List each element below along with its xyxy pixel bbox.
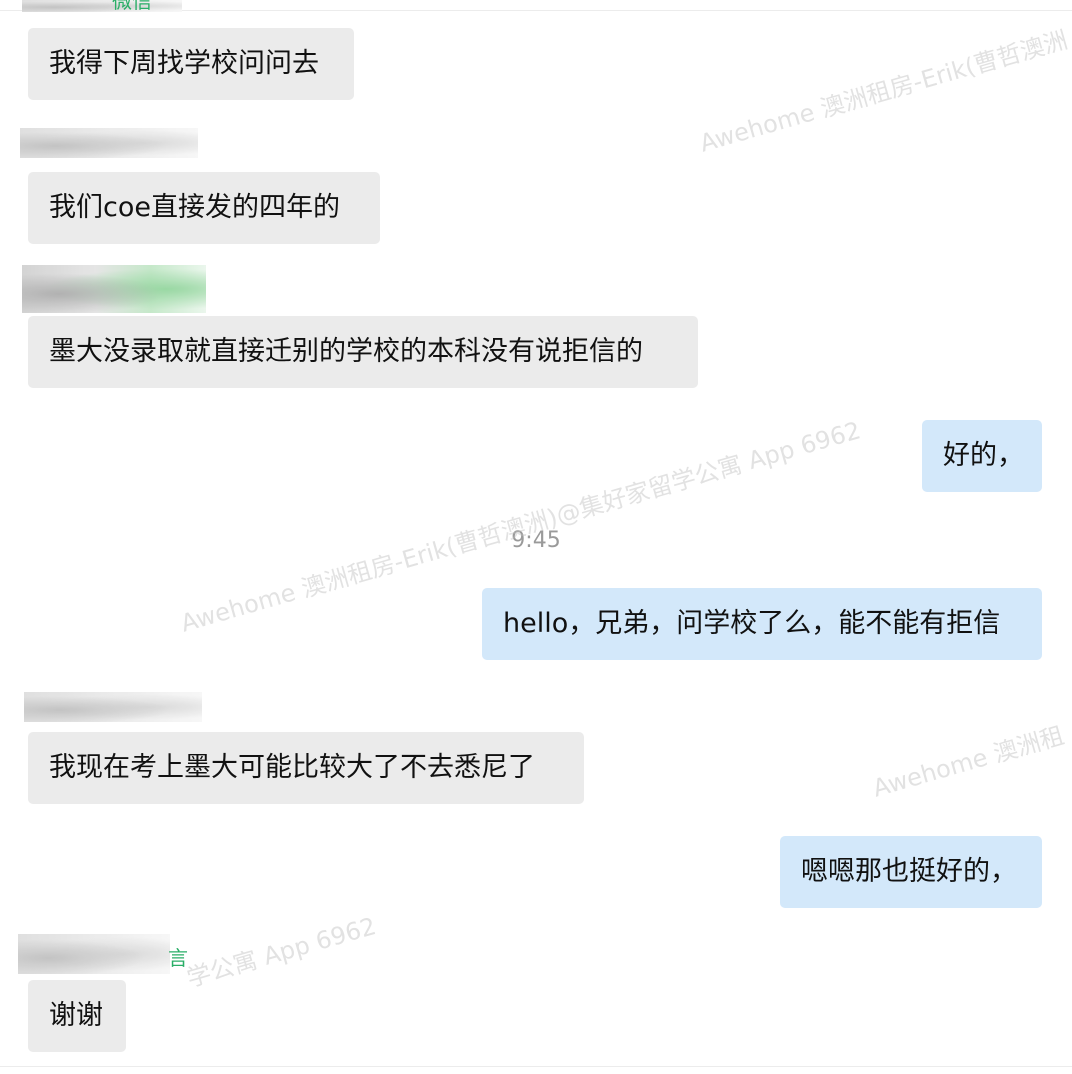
- message-bubble-incoming[interactable]: 我们coe直接发的四年的: [28, 172, 380, 244]
- message-bubble-incoming[interactable]: 我现在考上墨大可能比较大了不去悉尼了: [28, 732, 584, 804]
- sender-name-blurred: [22, 265, 206, 313]
- message-bubble-incoming[interactable]: 我得下周找学校问问去: [28, 28, 354, 100]
- message-bubble-incoming[interactable]: 谢谢: [28, 980, 126, 1052]
- sender-name-blurred: [24, 692, 202, 722]
- sender-name-blurred: [22, 0, 182, 12]
- watermark: 学公寓 App 6962: [183, 911, 380, 993]
- watermark: Awehome 澳洲租: [869, 721, 1068, 803]
- sender-source-tag: 言: [168, 946, 188, 970]
- message-bubble-incoming[interactable]: 墨大没录取就直接迁别的学校的本科没有说拒信的: [28, 316, 698, 388]
- watermark: Awehome 澳洲租房-Erik(曹哲澳洲: [696, 25, 1071, 158]
- message-timestamp: 9:45: [511, 528, 561, 553]
- sender-name-blurred: [18, 934, 170, 974]
- sender-source-tag: 微信: [112, 0, 152, 13]
- message-bubble-outgoing[interactable]: 好的，: [922, 420, 1042, 492]
- sender-name-blurred: [20, 128, 198, 158]
- message-bubble-outgoing[interactable]: hello，兄弟，问学校了么，能不能有拒信: [482, 588, 1042, 660]
- message-bubble-outgoing[interactable]: 嗯嗯那也挺好的，: [780, 836, 1042, 908]
- bottom-divider: [0, 1066, 1072, 1067]
